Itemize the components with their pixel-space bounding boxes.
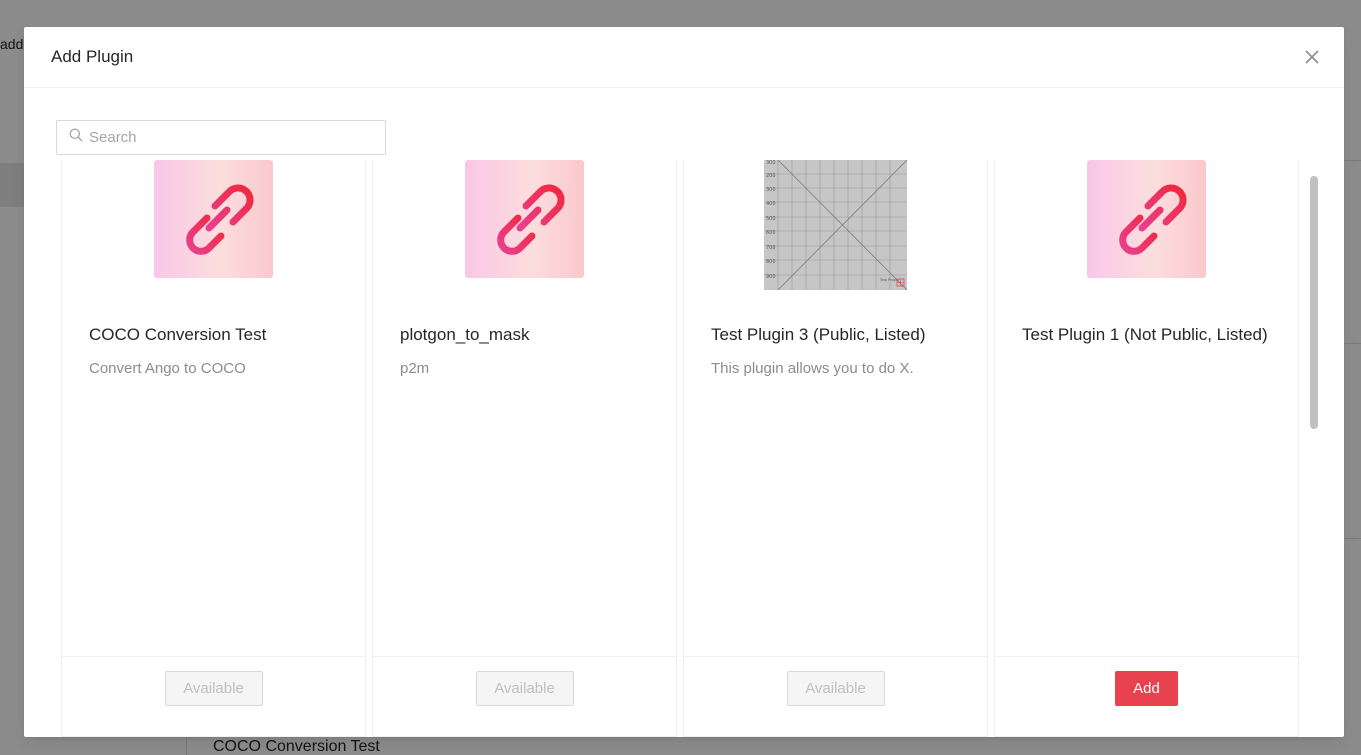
add-plugin-modal: Add Plugin COCO Conversion T — [24, 27, 1344, 737]
add-plugin-button[interactable]: Add — [1115, 671, 1178, 706]
plugin-cover — [995, 160, 1298, 300]
grid-tick-label: 400 — [766, 201, 776, 207]
plugin-description: Convert Ango to COCO — [89, 360, 246, 377]
plugin-title: COCO Conversion Test — [89, 325, 267, 344]
plugin-title: Test Plugin 3 (Public, Listed) — [711, 325, 926, 344]
grid-tick-label: 300 — [766, 160, 776, 166]
grid-tick-label: 700 — [766, 245, 776, 251]
available-button: Available — [786, 671, 885, 706]
plugin-card-actions: Available — [62, 656, 365, 737]
plugin-card[interactable]: 300 200 300 400 500 600 700 800 900 Test… — [683, 160, 988, 737]
grid-tick-label: 300 — [766, 187, 776, 193]
plugin-logo — [465, 160, 584, 278]
grid-tick-label: 600 — [766, 230, 776, 236]
plugin-logo — [1087, 160, 1206, 278]
plugin-card[interactable]: COCO Conversion Test Convert Ango to COC… — [61, 160, 366, 737]
plugin-card-body: plotgon_to_mask p2m — [400, 325, 656, 377]
plugin-description: This plugin allows you to do X. — [711, 360, 914, 377]
available-button: Available — [475, 671, 574, 706]
grid-tick-label: 900 — [766, 274, 776, 280]
search-icon — [69, 128, 89, 147]
plugin-card-list: COCO Conversion Test Convert Ango to COC… — [61, 160, 1301, 737]
plugin-card-actions: Available — [373, 656, 676, 737]
close-icon[interactable] — [1302, 47, 1322, 67]
plugin-cover — [62, 160, 365, 300]
grid-caption: Test Plugin — [879, 278, 899, 282]
link-icon — [1118, 184, 1187, 255]
plugin-card[interactable]: plotgon_to_mask p2m Available — [372, 160, 677, 737]
plugin-title: Test Plugin 1 (Not Public, Listed) — [1022, 325, 1268, 344]
plugin-card-actions: Add — [995, 656, 1298, 737]
search-input[interactable] — [89, 129, 369, 146]
plugin-card-body: Test Plugin 3 (Public, Listed) This plug… — [711, 325, 967, 377]
plugin-description: p2m — [400, 360, 430, 377]
plugin-card[interactable]: Test Plugin 1 (Not Public, Listed) Add — [994, 160, 1299, 737]
link-icon — [496, 184, 565, 255]
modal-title: Add Plugin — [51, 47, 134, 66]
plugin-card-actions: Available — [684, 656, 987, 737]
link-icon — [185, 184, 254, 255]
modal-header: Add Plugin — [24, 27, 1344, 88]
plugin-card-body: COCO Conversion Test Convert Ango to COC… — [89, 325, 345, 377]
plugin-logo — [154, 160, 273, 278]
grid-tick-label: 200 — [766, 173, 776, 179]
grid-image-graphic: 300 200 300 400 500 600 700 800 900 Test… — [764, 160, 908, 291]
grid-tick-label: 500 — [766, 216, 776, 222]
search-box — [56, 120, 386, 155]
available-button: Available — [164, 671, 263, 706]
plugin-title: plotgon_to_mask — [400, 325, 530, 344]
scrollbar-thumb[interactable] — [1310, 176, 1318, 429]
plugin-cover — [373, 160, 676, 300]
plugin-cover: 300 200 300 400 500 600 700 800 900 Test… — [684, 160, 987, 300]
plugin-card-body: Test Plugin 1 (Not Public, Listed) — [1022, 325, 1278, 360]
grid-image: 300 200 300 400 500 600 700 800 900 Test… — [764, 160, 908, 291]
grid-tick-label: 800 — [766, 259, 776, 265]
